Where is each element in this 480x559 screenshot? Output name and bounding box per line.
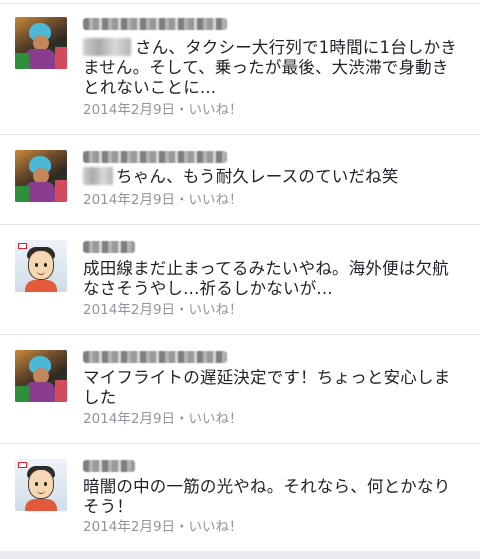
avatar[interactable]: [15, 240, 67, 292]
meta-separator: ・: [175, 102, 189, 118]
avatar[interactable]: [15, 17, 67, 69]
comment-divider: [0, 334, 480, 335]
commenter-name-redacted[interactable]: [83, 351, 227, 363]
comment-divider: [0, 134, 480, 135]
mention-redacted[interactable]: [83, 167, 113, 185]
comment-date[interactable]: 2014年2月9日: [83, 102, 175, 118]
comment-meta: 2014年2月9日・いいね！: [83, 411, 243, 427]
comment-date[interactable]: 2014年2月9日: [83, 302, 175, 318]
comment-thread: さん、タクシー大行列で1時間に1台しかき ません。そして、乗ったが最後、大渋滞で…: [0, 0, 480, 559]
like-link[interactable]: いいね！: [189, 519, 243, 535]
avatar[interactable]: [15, 350, 67, 402]
like-link[interactable]: いいね！: [189, 102, 243, 118]
like-link[interactable]: いいね！: [189, 302, 243, 318]
meta-separator: ・: [175, 302, 189, 318]
comment-meta: 2014年2月9日・いいね！: [83, 102, 243, 118]
comment-text: マイフライトの遅延決定です！ちょっと安心しま した: [83, 368, 451, 407]
avatar[interactable]: [15, 459, 67, 511]
comment-meta: 2014年2月9日・いいね！: [83, 192, 243, 208]
comment-meta: 2014年2月9日・いいね！: [83, 302, 243, 318]
top-divider: [0, 3, 480, 4]
commenter-name-redacted[interactable]: [83, 151, 227, 163]
comment-text: 暗闇の中の一筋の光やね。それなら、何とかなり そう！: [83, 477, 451, 516]
comment-date[interactable]: 2014年2月9日: [83, 519, 175, 535]
meta-separator: ・: [175, 519, 189, 535]
comment-date[interactable]: 2014年2月9日: [83, 192, 175, 208]
comment-meta: 2014年2月9日・いいね！: [83, 519, 243, 535]
comment-divider: [0, 224, 480, 225]
comment-date[interactable]: 2014年2月9日: [83, 411, 175, 427]
commenter-name-redacted[interactable]: [83, 241, 135, 253]
meta-separator: ・: [175, 411, 189, 427]
comment-divider: [0, 443, 480, 444]
commenter-name-redacted[interactable]: [83, 18, 227, 30]
comment-text: さん、タクシー大行列で1時間に1台しかき ません。そして、乗ったが最後、大渋滞で…: [83, 38, 457, 97]
avatar[interactable]: [15, 150, 67, 202]
comment-text: ちゃん、もう耐久レースのていだね笑: [116, 167, 399, 186]
meta-separator: ・: [175, 192, 189, 208]
bottom-bar: [0, 551, 480, 559]
comment-text: 成田線まだ止まってるみたいやね。海外便は欠航 なさそうやし...祈るしかないが.…: [83, 259, 449, 298]
commenter-name-redacted[interactable]: [83, 460, 135, 472]
like-link[interactable]: いいね！: [189, 411, 243, 427]
like-link[interactable]: いいね！: [189, 192, 243, 208]
